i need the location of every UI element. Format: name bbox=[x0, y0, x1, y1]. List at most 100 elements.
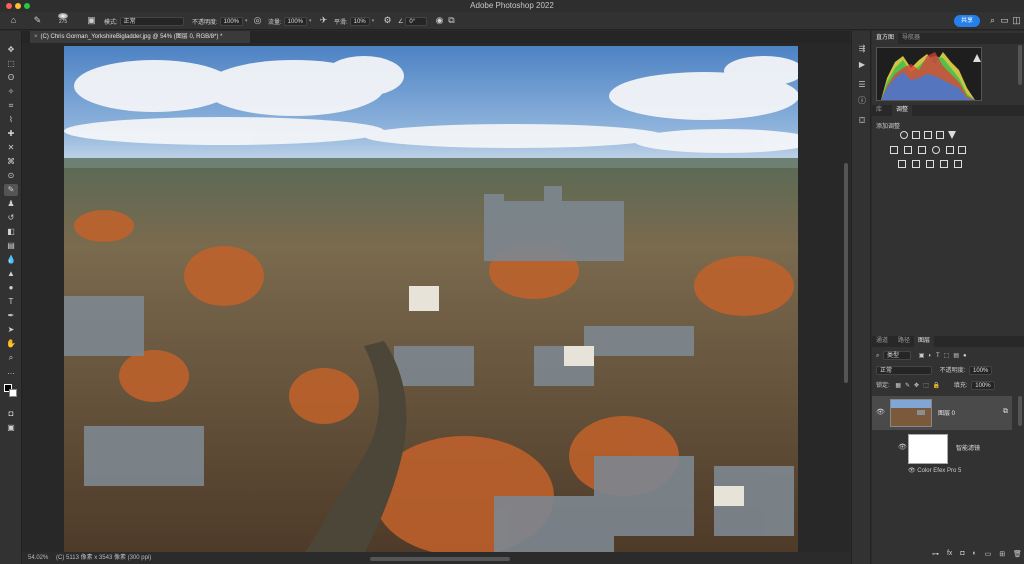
screen-mode-icon[interactable]: ▣ bbox=[4, 422, 18, 434]
add-mask-icon[interactable]: ◘ bbox=[960, 550, 964, 560]
threshold-icon[interactable] bbox=[926, 160, 934, 168]
hue-saturation-icon[interactable] bbox=[890, 146, 898, 154]
properties-icon[interactable]: ☰ bbox=[856, 79, 868, 91]
canvas-area[interactable] bbox=[22, 43, 850, 554]
filter-search-icon[interactable]: ⌕ bbox=[876, 353, 879, 359]
background-color-swatch[interactable] bbox=[9, 389, 17, 397]
type-icon[interactable]: T bbox=[4, 296, 18, 308]
document-image[interactable] bbox=[64, 46, 798, 554]
brush-icon[interactable]: ✎ bbox=[4, 184, 18, 196]
tab-histogram[interactable]: 直方图 bbox=[872, 33, 899, 44]
search-icon[interactable]: ⌕ bbox=[987, 15, 998, 26]
eye-icon[interactable]: 👁 bbox=[876, 408, 885, 416]
histogram-scrollbar[interactable] bbox=[1018, 45, 1022, 85]
fill-input[interactable]: 100% bbox=[971, 381, 995, 390]
horizontal-scrollbar[interactable] bbox=[370, 557, 510, 561]
more-tools-icon[interactable]: … bbox=[4, 366, 18, 378]
eye-icon[interactable]: 👁 bbox=[898, 443, 907, 451]
selective-color-icon[interactable] bbox=[954, 160, 962, 168]
photo-filter-icon[interactable] bbox=[932, 146, 940, 154]
sharpen-icon[interactable]: ▲ bbox=[4, 268, 18, 280]
blend-mode-select[interactable]: 正常 bbox=[876, 366, 932, 375]
filter-mask-thumbnail[interactable] bbox=[908, 434, 948, 464]
document-tab[interactable]: × (C) Chris Gorman_YorkshireBigladder.jpg… bbox=[30, 31, 250, 43]
filter-item[interactable]: 👁 Color Efex Pro 5 bbox=[908, 467, 961, 474]
actions-play-icon[interactable]: ▶ bbox=[856, 59, 868, 71]
invert-icon[interactable] bbox=[898, 160, 906, 168]
layer-name[interactable]: 图层 0 bbox=[938, 408, 955, 417]
vertical-scrollbar[interactable] bbox=[844, 163, 848, 383]
flow-input[interactable]: 100% bbox=[283, 16, 308, 26]
smart-filter-row[interactable]: 👁 智能滤镜 bbox=[872, 431, 1012, 467]
tab-libraries[interactable]: 库 bbox=[872, 105, 886, 116]
levels-icon[interactable] bbox=[912, 131, 920, 139]
brush-tool-preset-icon[interactable]: ✎ bbox=[32, 15, 43, 26]
dodge-icon[interactable]: ● bbox=[4, 282, 18, 294]
chevron-down-icon[interactable]: ▾ bbox=[245, 18, 248, 24]
gradient-icon[interactable]: ▤ bbox=[4, 240, 18, 252]
marquee-icon[interactable]: ⬚ bbox=[4, 58, 18, 70]
move-icon[interactable]: ✥ bbox=[4, 44, 18, 56]
zoom-icon[interactable]: ⌕ bbox=[4, 352, 18, 364]
color-lookup-icon[interactable] bbox=[958, 146, 966, 154]
tab-adjustments[interactable]: 调整 bbox=[892, 105, 913, 116]
share-button[interactable]: 共享 bbox=[954, 15, 980, 27]
vibrance-icon[interactable] bbox=[948, 131, 956, 139]
magic-wand-icon[interactable]: ✧ bbox=[4, 86, 18, 98]
pressure-size-icon[interactable]: ◉ bbox=[434, 15, 445, 26]
tab-layers[interactable]: 图层 bbox=[914, 336, 935, 347]
pressure-opacity-icon[interactable]: ◎ bbox=[252, 15, 263, 26]
zoom-level[interactable]: 54.02% bbox=[28, 555, 48, 561]
eraser-icon[interactable]: ◧ bbox=[4, 226, 18, 238]
new-layer-icon[interactable]: ⊞ bbox=[999, 550, 1005, 560]
brush-settings-icon[interactable]: ▣ bbox=[86, 15, 97, 26]
airbrush-icon[interactable]: ✈ bbox=[318, 15, 329, 26]
path-select-icon[interactable]: ➤ bbox=[4, 324, 18, 336]
fx-icon[interactable]: fx bbox=[947, 550, 952, 560]
smoothing-input[interactable]: 10% bbox=[349, 16, 370, 26]
layer-row[interactable]: 👁 图层 0 ⧉ bbox=[872, 396, 1012, 430]
healing-icon[interactable]: ✚ bbox=[4, 128, 18, 140]
clone-source-icon[interactable]: ⛋ bbox=[856, 115, 868, 127]
group-icon[interactable]: ▭ bbox=[985, 550, 992, 560]
mode-select[interactable]: 正常 bbox=[119, 16, 184, 26]
chevron-down-icon[interactable]: ▾ bbox=[309, 18, 312, 24]
arrange-icon[interactable]: ◫ bbox=[1011, 15, 1022, 26]
layers-scrollbar[interactable] bbox=[1018, 396, 1022, 426]
gear-icon[interactable]: ⚙ bbox=[382, 15, 393, 26]
angle-input[interactable]: 0° bbox=[405, 16, 428, 26]
crop-icon[interactable]: ⌗ bbox=[4, 100, 18, 112]
history-brush-icon[interactable]: ↺ bbox=[4, 212, 18, 224]
history-panel-icon[interactable]: ⇶ bbox=[856, 43, 868, 55]
black-white-icon[interactable] bbox=[918, 146, 926, 154]
pen-icon[interactable]: ✒ bbox=[4, 310, 18, 322]
eye-icon[interactable]: 👁 bbox=[908, 468, 916, 474]
exposure-icon[interactable] bbox=[936, 131, 944, 139]
info-icon[interactable]: ⓘ bbox=[856, 95, 868, 107]
hand-icon[interactable]: ✋ bbox=[4, 338, 18, 350]
home-icon[interactable]: ⌂ bbox=[8, 15, 19, 26]
tab-paths[interactable]: 路径 bbox=[894, 336, 914, 347]
blur-icon[interactable]: 💧 bbox=[4, 254, 18, 266]
tab-channels[interactable]: 通道 bbox=[872, 336, 892, 347]
content-aware-icon[interactable]: ⌘ bbox=[4, 156, 18, 168]
stamp-icon[interactable]: ♟ bbox=[4, 198, 18, 210]
eyedropper-icon[interactable]: ⌇ bbox=[4, 114, 18, 126]
workspace-icon[interactable]: ▭ bbox=[999, 15, 1010, 26]
patch-icon[interactable]: ✕ bbox=[4, 142, 18, 154]
adjustment-layer-icon[interactable]: ◐ bbox=[973, 550, 977, 560]
opacity-input[interactable]: 100% bbox=[219, 16, 244, 26]
quick-mask-icon[interactable]: ◘ bbox=[4, 408, 18, 420]
layer-kind-select[interactable]: 类型 bbox=[883, 351, 912, 360]
tab-navigator[interactable]: 导航器 bbox=[898, 33, 924, 44]
document-info[interactable]: (C) 5113 像素 x 3543 像素 (300 ppi) bbox=[56, 555, 151, 561]
channel-mixer-icon[interactable] bbox=[946, 146, 954, 154]
color-balance-icon[interactable] bbox=[904, 146, 912, 154]
brightness-icon[interactable] bbox=[900, 131, 908, 139]
brush-size-picker[interactable]: 275 bbox=[58, 13, 68, 25]
gradient-map-icon[interactable] bbox=[940, 160, 948, 168]
layer-opacity-input[interactable]: 100% bbox=[969, 366, 993, 375]
lock-icons[interactable]: ▦✎✥⬚🔒 bbox=[895, 383, 944, 389]
red-eye-icon[interactable]: ⊙ bbox=[4, 170, 18, 182]
trash-icon[interactable]: 🗑 bbox=[1013, 550, 1022, 560]
